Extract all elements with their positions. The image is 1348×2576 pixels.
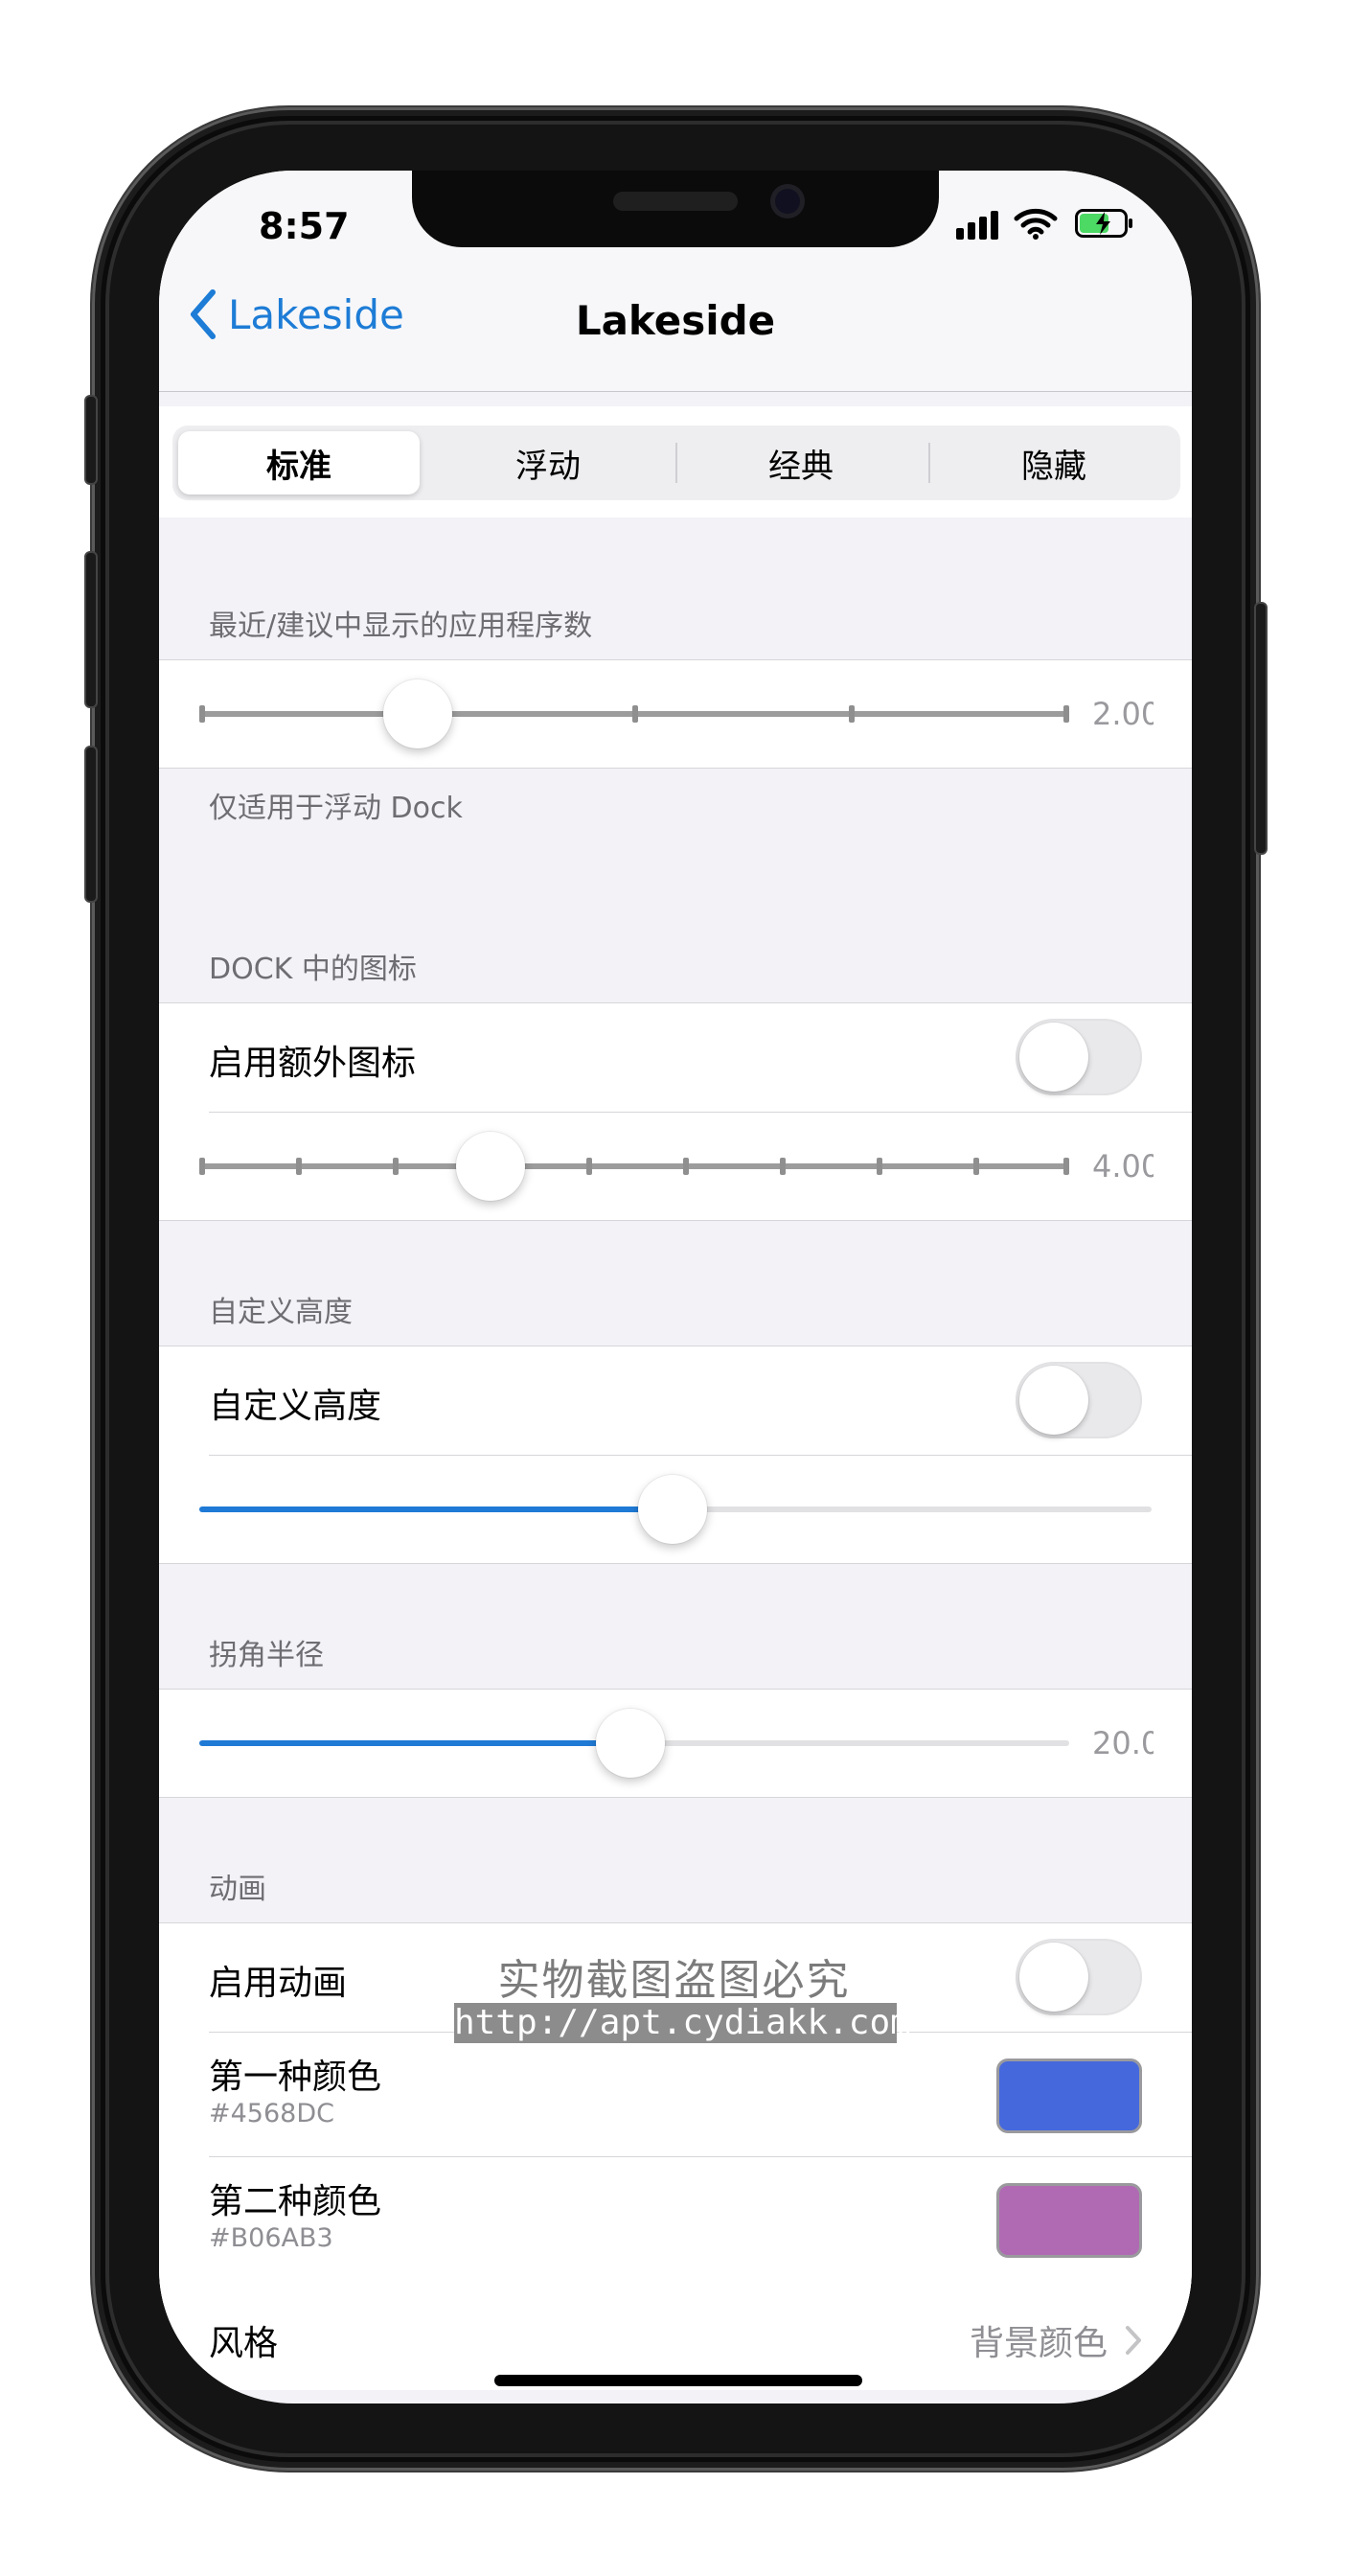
color1-label: 第一种颜色 xyxy=(209,2058,382,2097)
cellular-signal-icon xyxy=(956,211,1000,240)
power-button xyxy=(1254,602,1268,855)
section-header-custom-height: 自定义高度 xyxy=(209,1296,353,1329)
front-camera xyxy=(770,184,805,218)
section-header-corner-radius: 拐角半径 xyxy=(209,1639,324,1672)
wifi-icon xyxy=(1014,208,1058,240)
dock-icons-slider-thumb[interactable] xyxy=(456,1132,525,1201)
volume-down-button xyxy=(84,746,98,903)
silent-switch xyxy=(84,395,98,485)
section-header-dock-icons: DOCK 中的图标 xyxy=(209,953,417,986)
navigation-bar: Lakeside Lakeside xyxy=(159,247,1192,392)
slider-track[interactable] xyxy=(199,1163,1069,1169)
extra-icons-toggle[interactable] xyxy=(1016,1019,1142,1095)
color1-swatch[interactable] xyxy=(996,2058,1142,2133)
segmented-control-container: 标准 浮动 经典 隐藏 xyxy=(159,406,1192,518)
slider-fill xyxy=(199,1506,673,1512)
color2-label: 第二种颜色 xyxy=(209,2182,382,2221)
style-label: 风格 xyxy=(209,2324,279,2363)
section-footer-floating-only: 仅适用于浮动 Dock xyxy=(209,792,463,825)
dock-icons-group: 启用额外图标 4.00 xyxy=(159,1002,1192,1221)
notch xyxy=(412,171,939,247)
speaker-grille xyxy=(613,192,738,211)
extra-icons-label: 启用额外图标 xyxy=(209,1044,417,1083)
watermark-url: http://apt.cydiakk.com xyxy=(454,2003,911,2043)
battery-charging-icon xyxy=(1075,209,1132,238)
recent-apps-slider-thumb[interactable] xyxy=(383,679,452,748)
status-time: 8:57 xyxy=(259,205,350,247)
section-header-recent-apps: 最近/建议中显示的应用程序数 xyxy=(209,610,593,643)
dock-style-segmented-control: 标准 浮动 经典 隐藏 xyxy=(172,426,1180,500)
page-title: Lakeside xyxy=(575,297,776,344)
segment-divider xyxy=(928,443,930,483)
slider-fill xyxy=(199,1740,630,1746)
corner-radius-slider-cell: 20.00 xyxy=(159,1689,1192,1798)
recent-apps-slider-cell: 2.00 xyxy=(159,659,1192,769)
corner-radius-slider-thumb[interactable] xyxy=(596,1709,665,1778)
custom-height-label: 自定义高度 xyxy=(209,1387,382,1426)
color2-swatch[interactable] xyxy=(996,2183,1142,2258)
segment-standard[interactable]: 标准 xyxy=(178,431,420,494)
custom-height-slider-thumb[interactable] xyxy=(638,1475,707,1544)
custom-height-toggle[interactable] xyxy=(1016,1362,1142,1438)
segment-hidden[interactable]: 隐藏 xyxy=(933,431,1175,494)
section-header-animation: 动画 xyxy=(209,1873,266,1906)
chevron-right-icon xyxy=(1126,2326,1141,2355)
volume-up-button xyxy=(84,551,98,708)
style-detail: 背景颜色 xyxy=(970,2315,1142,2365)
color1-hex: #4568DC xyxy=(209,2099,334,2128)
slider-value: 2.00 xyxy=(1092,696,1154,732)
slider-value: 20.00 xyxy=(1092,1725,1154,1761)
segment-divider xyxy=(675,443,677,483)
segment-classic[interactable]: 经典 xyxy=(680,431,922,494)
custom-height-group: 自定义高度 xyxy=(159,1346,1192,1564)
watermark-text: 实物截图盗图必究 xyxy=(497,1956,851,2005)
home-indicator xyxy=(494,2375,862,2386)
style-cell[interactable]: 风格 背景颜色 xyxy=(159,2281,1192,2390)
screen: 8:57 Lakeside Lakeside 标准 浮动 经典 隐藏 最近/建议… xyxy=(159,171,1192,2404)
slider-value: 4.00 xyxy=(1092,1148,1154,1184)
style-value: 背景颜色 xyxy=(969,2324,1108,2363)
color2-hex: #B06AB3 xyxy=(209,2223,333,2253)
segment-floating[interactable]: 浮动 xyxy=(427,431,669,494)
